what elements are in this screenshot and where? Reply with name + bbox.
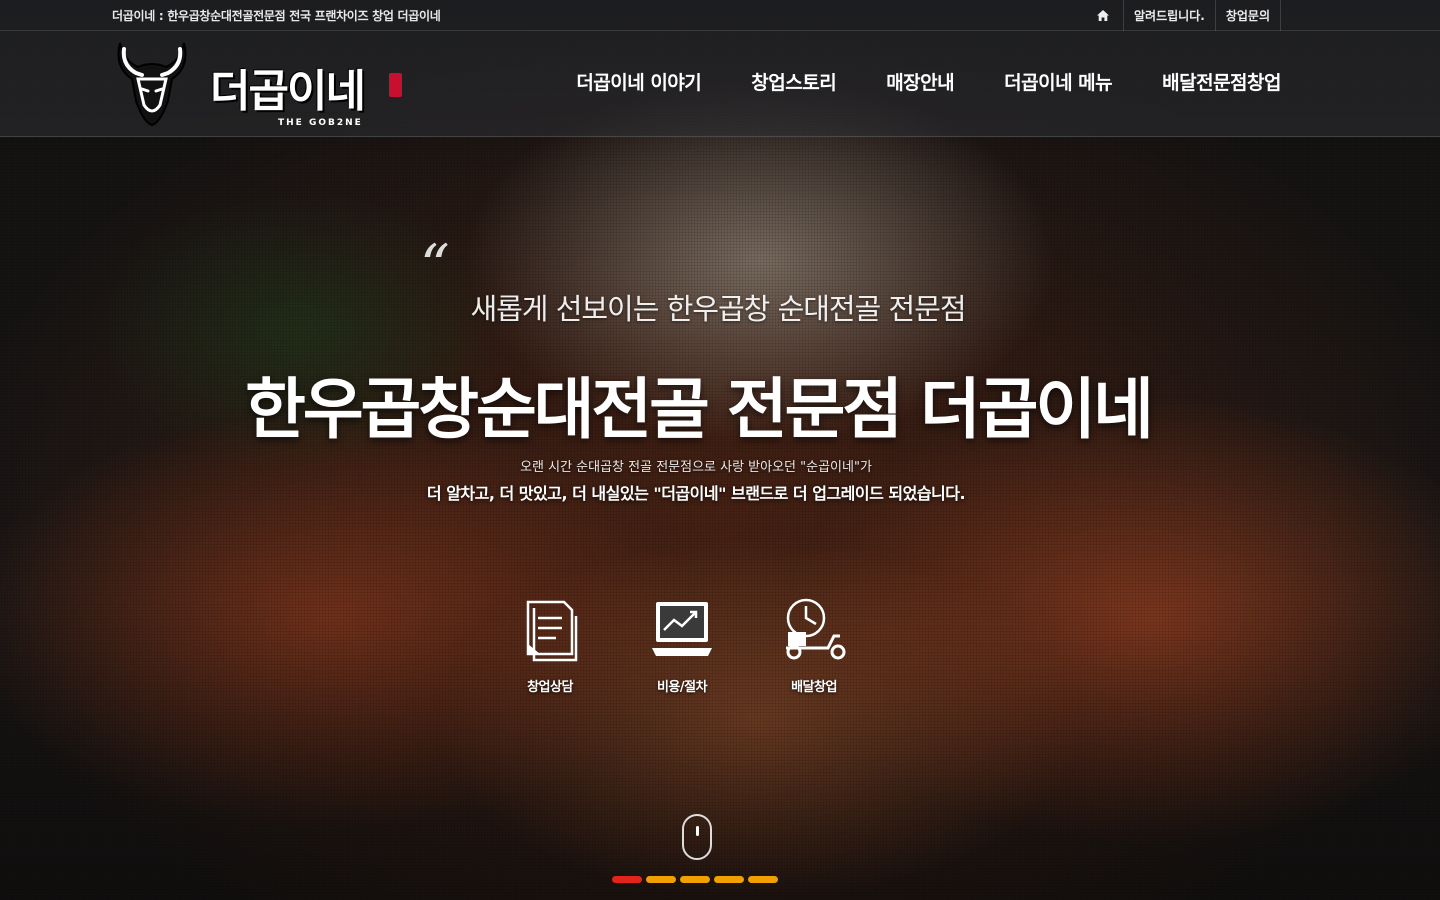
logo-subtitle: THE GOB2NE [278,118,363,128]
slide-dot[interactable] [748,876,778,883]
hero-description-line1: 오랜 시간 순대곱창 전골 전문점으로 사랑 받아오던 "순곱이네"가 [520,460,872,475]
nav-item-store-guide[interactable]: 매장안내 [886,68,954,95]
top-links: 알려드립니다. 창업문의 [1089,0,1281,31]
slide-dot[interactable] [680,876,710,883]
inquiry-link[interactable]: 창업문의 [1214,0,1281,31]
delivery-scooter-icon [786,598,846,660]
hero-description-line2: 더 알차고, 더 맛있고, 더 내실있는 "더곱이네" 브랜드로 더 업그레이드… [426,484,966,503]
nav-item-startup-story[interactable]: 창업스토리 [751,68,836,95]
slide-pagination [612,876,782,883]
site-logo[interactable]: 더곱이네 THE GOB2NE [110,39,415,131]
scroll-down-indicator[interactable] [682,814,712,860]
top-bar: 더곱이네 : 한우곱창순대전골전문점 전국 프랜차이즈 창업 더곱이네 알려드립… [0,0,1440,31]
quick-menu-consult[interactable]: 창업상담 [505,596,595,695]
quick-menu-delivery-label: 배달창업 [791,680,837,695]
main-header: 더곱이네 THE GOB2NE 더곱이네 이야기 창업스토리 매장안내 더곱이네… [0,31,1440,137]
home-icon[interactable] [1089,0,1123,31]
hero-subtitle: 새롭게 선보이는 한우곱창 순대전골 전문점 [470,292,966,326]
main-nav: 더곱이네 이야기 창업스토리 매장안내 더곱이네 메뉴 배달전문점창업 [526,31,1281,131]
slide-dot[interactable] [714,876,744,883]
logo-wordmark: 더곱이네 [210,66,366,117]
quick-menu-cost[interactable]: 비용/절차 [637,596,727,695]
quick-menu-cost-label: 비용/절차 [656,680,708,695]
mouse-wheel-icon [696,826,699,836]
hero-title: 한우곱창순대전골 전문점 더곱이네 [245,371,1154,448]
site-tagline: 더곱이네 : 한우곱창순대전골전문점 전국 프랜차이즈 창업 더곱이네 [112,9,441,23]
notice-link[interactable]: 알려드립니다. [1123,0,1215,31]
slide-dot[interactable] [646,876,676,883]
document-icon [526,600,578,662]
nav-item-story[interactable]: 더곱이네 이야기 [576,68,701,95]
nav-item-menu[interactable]: 더곱이네 메뉴 [1004,68,1113,95]
slide-dot[interactable] [612,876,642,883]
quick-menu-delivery[interactable]: 배달창업 [769,596,859,695]
quick-menu-consult-label: 창업상담 [527,680,573,695]
laptop-chart-icon [652,602,712,656]
nav-item-delivery-startup[interactable]: 배달전문점창업 [1162,68,1281,95]
